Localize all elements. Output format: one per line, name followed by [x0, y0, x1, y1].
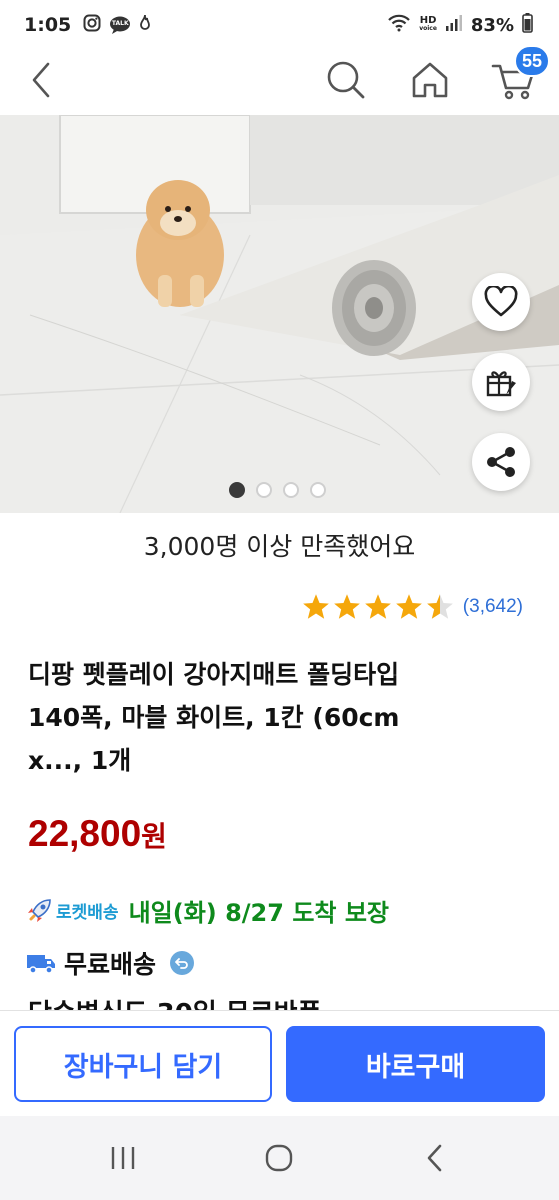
recent-apps-button[interactable]: [98, 1136, 148, 1180]
action-bar: 장바구니 담기 바로구매: [0, 1010, 559, 1116]
hd-label-bottom: voice: [419, 25, 437, 32]
search-button[interactable]: [324, 58, 368, 102]
product-title-line-2: 140폭, 마블 화이트, 1칸 (60cm: [28, 703, 400, 732]
status-time: 1:05: [24, 14, 72, 36]
app-header: 55: [0, 45, 559, 115]
gift-button[interactable]: [472, 353, 530, 411]
weather-icon: [139, 14, 151, 36]
carousel-dot-1[interactable]: [229, 482, 245, 498]
product-title: 디팡 펫플레이 강아지매트 폴딩타입 140폭, 마블 화이트, 1칸 (60c…: [28, 653, 538, 782]
recent-apps-icon: [111, 1147, 135, 1169]
talk-label: TALK: [111, 20, 129, 27]
star-icon: [302, 594, 329, 619]
add-to-cart-button[interactable]: 장바구니 담기: [14, 1026, 272, 1102]
buy-now-button[interactable]: 바로구매: [286, 1026, 545, 1102]
cart-count-badge: 55: [514, 45, 550, 77]
status-bar: 1:05 TALK HD voice 83%: [0, 0, 559, 50]
status-icons-right: HD voice 83%: [387, 13, 533, 37]
back-button[interactable]: [22, 58, 62, 102]
status-icons-left: TALK: [83, 14, 151, 36]
rating-count[interactable]: (3,642): [463, 596, 523, 618]
rocket-delivery-label: 로켓배송: [56, 903, 119, 923]
battery-icon: [522, 13, 533, 37]
price-unit: 원: [141, 821, 167, 852]
truck-icon: [27, 955, 55, 974]
home-nav-button[interactable]: [254, 1136, 304, 1180]
system-nav-bar: [0, 1116, 559, 1200]
price: 22,800원: [28, 813, 167, 855]
home-button[interactable]: [408, 58, 452, 102]
satisfaction-text: 3,000명 이상 만족했어요: [143, 532, 416, 561]
delivery-date: 내일(화) 8/27 도착 보장: [128, 899, 389, 927]
search-icon: [327, 61, 365, 99]
home-circle-icon: [265, 1144, 293, 1172]
carousel-dots: [229, 482, 326, 498]
gift-icon: [486, 371, 516, 397]
free-shipping-row: 무료배송: [26, 945, 195, 981]
carousel-dot-4[interactable]: [310, 482, 326, 498]
back-nav-icon: [427, 1144, 442, 1172]
product-title-line-3: x..., 1개: [28, 746, 132, 775]
rocket-icon: [28, 898, 51, 922]
star-icon: [333, 594, 360, 619]
price-value: 22,800: [28, 813, 142, 854]
star-icon: [364, 594, 391, 619]
share-icon: [487, 447, 515, 477]
wifi-icon: [387, 14, 411, 36]
product-title-line-1: 디팡 펫플레이 강아지매트 폴딩타입: [28, 660, 400, 689]
carousel-dot-2[interactable]: [256, 482, 272, 498]
star-icon: [395, 594, 422, 619]
back-icon: [32, 62, 50, 98]
carousel-dot-3[interactable]: [283, 482, 299, 498]
rating-row[interactable]: (3,642): [302, 593, 523, 620]
back-nav-button[interactable]: [410, 1136, 460, 1180]
signal-icon: [445, 15, 463, 35]
return-icon[interactable]: [170, 951, 195, 975]
free-shipping-text: 무료배송: [64, 950, 157, 979]
delivery-row: 로켓배송 내일(화) 8/27 도착 보장: [26, 893, 389, 928]
hd-label-top: HD: [419, 15, 437, 26]
home-icon: [412, 62, 448, 98]
share-button[interactable]: [472, 433, 530, 491]
talk-icon: TALK: [109, 16, 131, 34]
hd-voice-icon: HD voice: [419, 15, 437, 33]
instagram-icon: [83, 14, 101, 36]
heart-icon: [484, 286, 518, 317]
half-star-icon: [426, 594, 453, 619]
product-image-carousel[interactable]: [0, 115, 559, 513]
wishlist-button[interactable]: [472, 273, 530, 331]
battery-percent: 83%: [470, 14, 514, 36]
